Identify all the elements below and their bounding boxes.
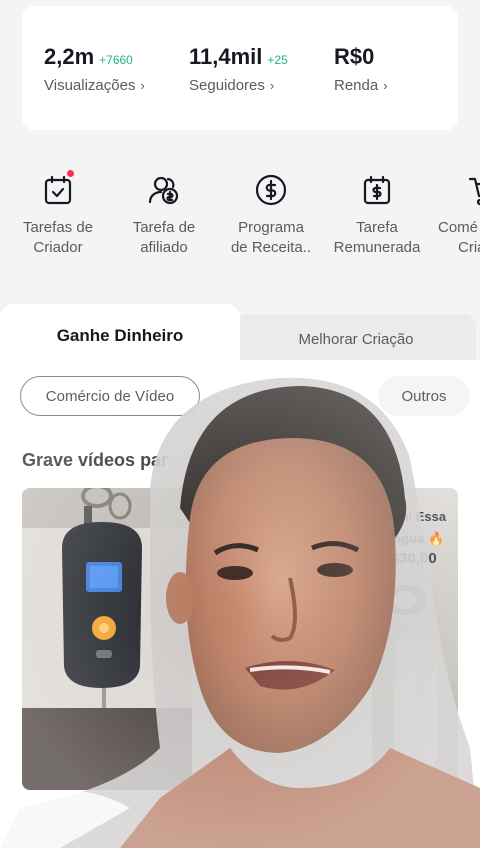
stat-value: 2,2m (44, 44, 95, 69)
tab-improve-creation[interactable]: Melhorar Criação (236, 314, 476, 364)
tool-label: Remunerada (333, 239, 421, 256)
stats-card: 2,2m +7660 Visualizações › 11,4mil +25 S… (22, 6, 458, 130)
tool-label: Tarefa (356, 219, 398, 236)
people-dollar-icon (146, 172, 182, 208)
tool-affiliate-task[interactable]: Tarefa de afiliado (109, 168, 219, 258)
chevron-right-icon: › (383, 78, 388, 93)
person-video-overlay (0, 368, 480, 848)
tool-label: Comé (438, 219, 479, 236)
stat-delta: +7660 (99, 53, 133, 67)
stat-followers[interactable]: 11,4mil +25 Seguidores › (189, 44, 288, 94)
tool-label: Programa (238, 219, 304, 236)
tool-creator-tasks[interactable]: Tarefas de Criador (3, 168, 113, 258)
cart-icon (466, 172, 480, 208)
tool-paid-task[interactable]: Tarefa Remunerada (322, 168, 432, 258)
dollar-circle-icon (253, 172, 289, 208)
tool-label: Tarefa de (132, 219, 196, 236)
calendar-check-icon (40, 170, 76, 208)
stat-income[interactable]: R$0 Renda › (334, 44, 388, 94)
stat-label: Renda (334, 77, 379, 94)
tool-shortcuts: Tarefas de Criador Tarefa de afiliado Pr… (0, 168, 480, 268)
stat-label: Seguidores (189, 77, 265, 94)
stat-value: 11,4mil (189, 44, 263, 69)
tool-commerce[interactable]: Comé Cria (428, 168, 480, 258)
tool-label: afiliado (140, 239, 188, 256)
tool-label: Tarefas de (22, 219, 94, 236)
tool-label: Criador (33, 239, 83, 256)
stat-views[interactable]: 2,2m +7660 Visualizações › (44, 44, 145, 94)
chevron-right-icon: › (269, 78, 275, 93)
tool-label: Cria (458, 239, 480, 256)
tool-revenue-program[interactable]: Programa de Receita.. (216, 168, 326, 258)
stat-label: Visualizações (44, 77, 136, 94)
calendar-dollar-icon (359, 172, 395, 208)
notification-dot (67, 170, 74, 177)
tool-label: de Receita.. (230, 239, 312, 256)
stat-delta: +25 (267, 53, 288, 67)
chevron-right-icon: › (140, 78, 145, 93)
stat-value: R$0 (334, 44, 375, 69)
